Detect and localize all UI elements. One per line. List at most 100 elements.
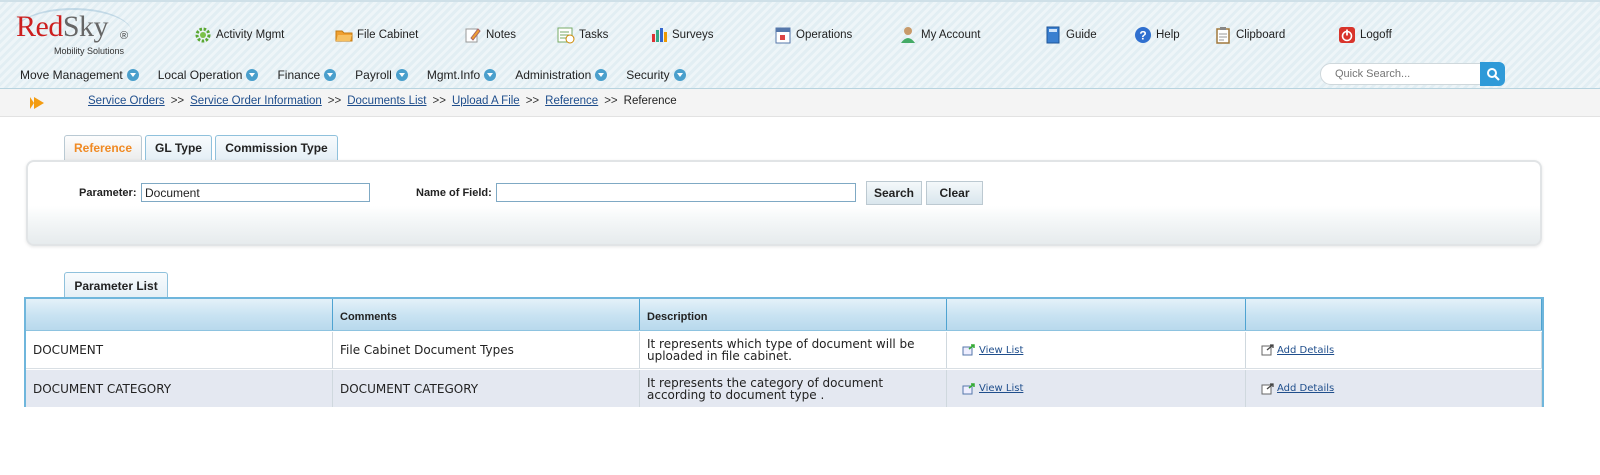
topnav-guide[interactable]: Guide bbox=[1044, 26, 1097, 44]
topnav-label: Tasks bbox=[579, 29, 609, 41]
table-row: DOCUMENT CATEGORY DOCUMENT CATEGORY It r… bbox=[26, 370, 1542, 407]
column-header-add bbox=[1246, 299, 1542, 330]
column-header-description[interactable]: Description bbox=[640, 299, 947, 330]
description-line: according to document type . bbox=[647, 387, 825, 402]
add-details-link[interactable]: Add Details bbox=[1253, 382, 1335, 395]
add-details-link[interactable]: Add Details bbox=[1253, 344, 1334, 356]
add-details-icon bbox=[1261, 382, 1274, 394]
topnav-label: Notes bbox=[486, 29, 517, 41]
chevron-down-icon bbox=[246, 69, 259, 81]
menu-label: Payroll bbox=[355, 68, 392, 82]
clear-button[interactable]: Clear bbox=[926, 181, 983, 205]
topnav-help[interactable]: ? Help bbox=[1134, 26, 1180, 44]
redsky-logo[interactable]: RedSky ® Mobility Solutions bbox=[14, 8, 134, 56]
menu-administration[interactable]: Administration bbox=[515, 66, 608, 84]
tab-reference[interactable]: Reference bbox=[64, 135, 142, 160]
topnav-label: Activity Mgmt bbox=[216, 29, 285, 41]
topnav-surveys[interactable]: Surveys bbox=[650, 26, 714, 44]
folder-icon bbox=[335, 26, 353, 44]
name-of-field-input[interactable] bbox=[496, 183, 856, 202]
menu-local-operation[interactable]: Local Operation bbox=[158, 66, 259, 84]
description-line: uploaded in file cabinet. bbox=[647, 349, 792, 363]
logo-registered-mark: ® bbox=[120, 30, 129, 42]
row-add-cell: Add Details bbox=[1246, 370, 1542, 407]
topnav-label: Guide bbox=[1066, 29, 1097, 41]
add-details-icon bbox=[1261, 344, 1274, 356]
add-details-label: Add Details bbox=[1277, 383, 1335, 394]
gear-icon bbox=[194, 26, 212, 44]
tab-parameter-list[interactable]: Parameter List bbox=[64, 272, 168, 298]
topnav-label: Clipboard bbox=[1236, 29, 1286, 41]
add-details-label: Add Details bbox=[1277, 344, 1335, 356]
topnav-label: Logoff bbox=[1360, 29, 1392, 41]
chevron-down-icon bbox=[126, 69, 139, 81]
quick-search-button[interactable] bbox=[1480, 62, 1505, 86]
menu-finance[interactable]: Finance bbox=[277, 66, 337, 84]
row-name: DOCUMENT CATEGORY bbox=[26, 370, 333, 407]
row-comments: DOCUMENT CATEGORY bbox=[333, 370, 640, 407]
topnav-activity-mgmt[interactable]: Activity Mgmt bbox=[194, 26, 284, 44]
logo-wordmark: RedSky bbox=[16, 10, 109, 43]
row-description: It represents the category of document ac… bbox=[640, 370, 947, 407]
view-list-label: View List bbox=[979, 344, 1024, 356]
menu-move-management[interactable]: Move Management bbox=[20, 66, 139, 84]
row-add-cell: Add Details bbox=[1246, 332, 1542, 368]
row-comments: File Cabinet Document Types bbox=[333, 332, 640, 368]
view-list-link[interactable]: View List bbox=[954, 344, 1023, 356]
breadcrumb: Service Orders >> Service Order Informat… bbox=[88, 95, 677, 107]
view-list-link[interactable]: View List bbox=[954, 382, 1024, 395]
topnav-notes[interactable]: Notes bbox=[464, 26, 516, 44]
row-name: DOCUMENT bbox=[26, 332, 333, 368]
topnav-my-account[interactable]: My Account bbox=[899, 26, 980, 44]
search-button[interactable]: Search bbox=[866, 181, 922, 205]
breadcrumb-separator: >> bbox=[604, 95, 618, 107]
column-header-comments[interactable]: Comments bbox=[333, 299, 640, 330]
topnav-operations[interactable]: Operations bbox=[774, 26, 852, 44]
tab-commission-type[interactable]: Commission Type bbox=[215, 135, 338, 160]
breadcrumb-arrow-icon bbox=[30, 97, 44, 109]
calendar-icon bbox=[774, 26, 792, 44]
view-list-label: View List bbox=[979, 383, 1024, 394]
breadcrumb-service-orders[interactable]: Service Orders bbox=[88, 95, 165, 107]
topnav-file-cabinet[interactable]: File Cabinet bbox=[335, 26, 418, 44]
breadcrumb-separator: >> bbox=[525, 95, 540, 107]
bar-chart-icon bbox=[650, 26, 668, 44]
view-list-icon bbox=[962, 382, 975, 394]
breadcrumb-upload-a-file[interactable]: Upload A File bbox=[452, 95, 520, 107]
quick-search-input[interactable] bbox=[1320, 63, 1482, 85]
breadcrumb-documents-list[interactable]: Documents List bbox=[347, 95, 426, 107]
table-header: Comments Description bbox=[26, 299, 1542, 331]
breadcrumb-reference[interactable]: Reference bbox=[545, 95, 598, 107]
chevron-down-icon bbox=[484, 69, 497, 81]
search-panel: Parameter: Name of Field: Search Clear bbox=[26, 160, 1542, 246]
parameter-input[interactable] bbox=[141, 183, 370, 202]
menu-mgmt-info[interactable]: Mgmt.Info bbox=[426, 66, 497, 84]
breadcrumb-separator: >> bbox=[170, 95, 185, 107]
menu-payroll[interactable]: Payroll bbox=[355, 66, 408, 84]
topnav-clipboard[interactable]: Clipboard bbox=[1214, 26, 1285, 44]
row-view-cell: View List bbox=[947, 332, 1246, 368]
topnav-label: Surveys bbox=[672, 29, 714, 41]
chevron-down-icon bbox=[324, 69, 337, 81]
topnav-label: File Cabinet bbox=[357, 29, 419, 41]
menu-label: Security bbox=[626, 68, 670, 82]
main-menu: Move Management Local Operation Finance … bbox=[20, 66, 705, 84]
topnav-tasks[interactable]: Tasks bbox=[557, 26, 608, 44]
table-row: DOCUMENT File Cabinet Document Types It … bbox=[26, 332, 1542, 369]
topnav-label: My Account bbox=[921, 29, 981, 41]
view-list-icon bbox=[962, 344, 975, 356]
tab-gl-type[interactable]: GL Type bbox=[145, 135, 212, 160]
power-icon bbox=[1338, 26, 1356, 44]
menu-security[interactable]: Security bbox=[626, 66, 686, 84]
row-view-cell: View List bbox=[947, 370, 1246, 407]
menu-label: Move Management bbox=[20, 68, 123, 82]
topnav-label: Operations bbox=[796, 29, 853, 41]
topnav-logoff[interactable]: Logoff bbox=[1338, 26, 1392, 44]
breadcrumb-separator: >> bbox=[432, 95, 446, 107]
parameter-list-table: Comments Description DOCUMENT File Cabin… bbox=[24, 297, 1544, 407]
breadcrumb-service-order-information[interactable]: Service Order Information bbox=[190, 95, 322, 107]
column-header-view bbox=[947, 299, 1246, 330]
menu-label: Mgmt.Info bbox=[426, 68, 481, 82]
chevron-down-icon bbox=[595, 69, 608, 81]
app-header: RedSky ® Mobility Solutions Activity Mgm… bbox=[0, 0, 1600, 89]
